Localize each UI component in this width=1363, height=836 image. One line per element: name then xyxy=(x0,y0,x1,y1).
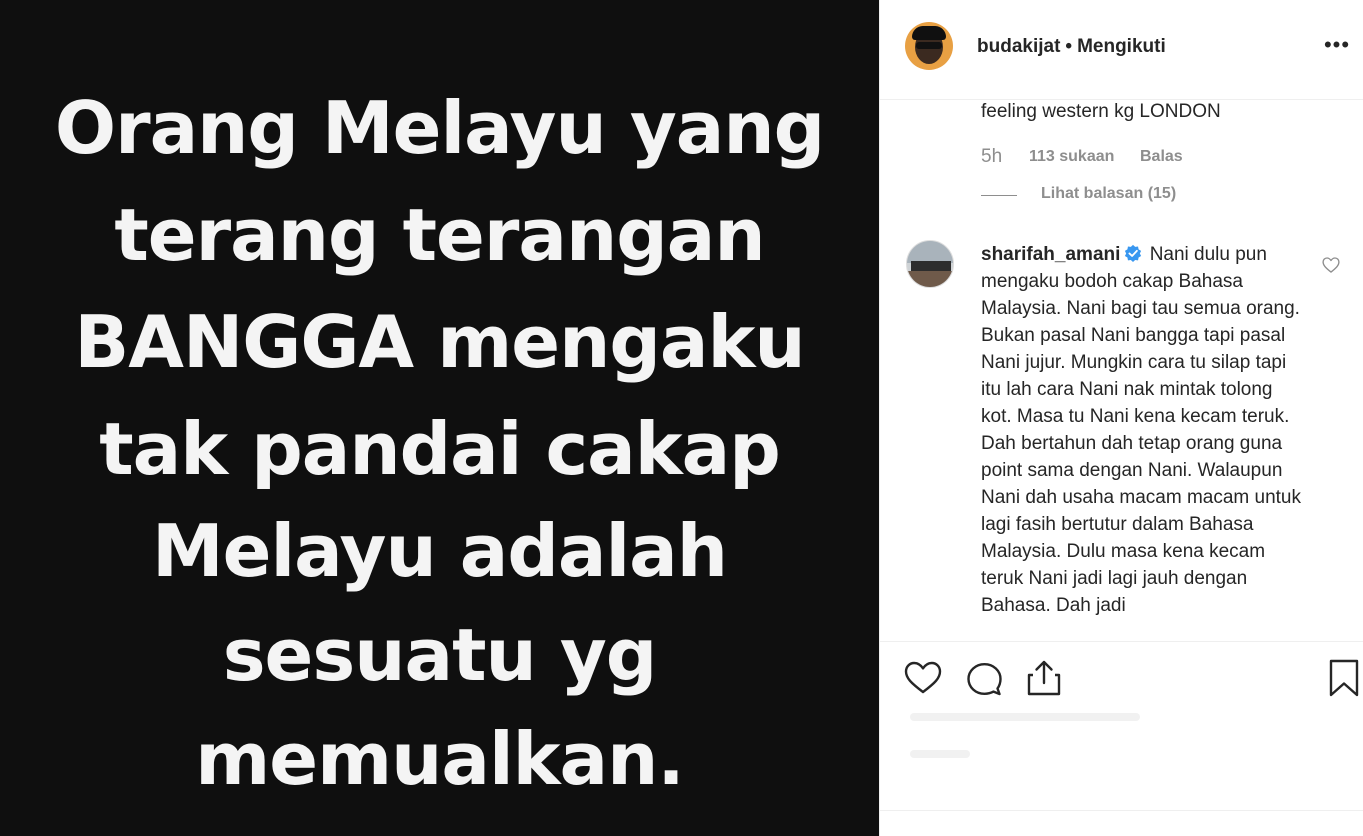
post-text-line: memualkan. xyxy=(195,717,684,801)
post-text-line: Melayu adalah xyxy=(151,509,728,593)
comment-like-heart-icon[interactable] xyxy=(1321,255,1341,275)
avatar[interactable] xyxy=(906,240,954,288)
comment-bubble-icon[interactable] xyxy=(964,658,1004,698)
post-image[interactable]: Orang Melayu yang terang terangan BANGGA… xyxy=(0,0,879,836)
more-options-button[interactable]: ••• xyxy=(1322,34,1352,60)
comment-username-link[interactable]: sharifah_amani xyxy=(981,244,1120,265)
post-text-line: tak pandai cakap xyxy=(99,407,780,491)
comment-text: Nani dulu pun mengaku bodoh cakap Bahasa… xyxy=(981,244,1301,616)
post-text-line: BANGGA mengaku xyxy=(74,300,805,384)
bookmark-icon[interactable] xyxy=(1324,658,1363,698)
separator-dot: • xyxy=(1065,36,1073,57)
comment: sharifah_amani Nani dulu pun mengaku bod… xyxy=(981,241,1303,619)
previous-comment-text: feeling western kg LONDON xyxy=(981,101,1221,122)
verified-badge-icon xyxy=(1125,244,1142,262)
post-text-line: Orang Melayu yang xyxy=(54,86,825,170)
replies-divider xyxy=(981,195,1017,196)
follow-button[interactable]: Mengikuti xyxy=(1077,36,1166,57)
comment-likes-button[interactable]: 113 sukaan xyxy=(1029,148,1114,166)
header-user: budakijat • Mengikuti xyxy=(977,36,1166,58)
avatar[interactable] xyxy=(905,22,953,70)
heart-icon[interactable] xyxy=(903,658,943,698)
view-replies-button[interactable]: Lihat balasan (15) xyxy=(1041,185,1176,203)
post-side-panel: budakijat • Mengikuti ••• feeling western … xyxy=(879,0,1363,836)
post-text-line: sesuatu yg xyxy=(222,613,658,697)
likes-placeholder xyxy=(880,700,1363,810)
divider xyxy=(880,810,1363,811)
comments-list[interactable]: feeling western kg LONDON 5h 113 sukaan … xyxy=(880,100,1363,641)
username-link[interactable]: budakijat xyxy=(977,36,1060,57)
reply-button[interactable]: Balas xyxy=(1140,148,1183,166)
post-header: budakijat • Mengikuti ••• xyxy=(880,0,1363,100)
share-icon[interactable] xyxy=(1024,658,1064,698)
post-text-line: terang terangan xyxy=(114,193,765,277)
comment-time[interactable]: 5h xyxy=(981,146,1002,168)
